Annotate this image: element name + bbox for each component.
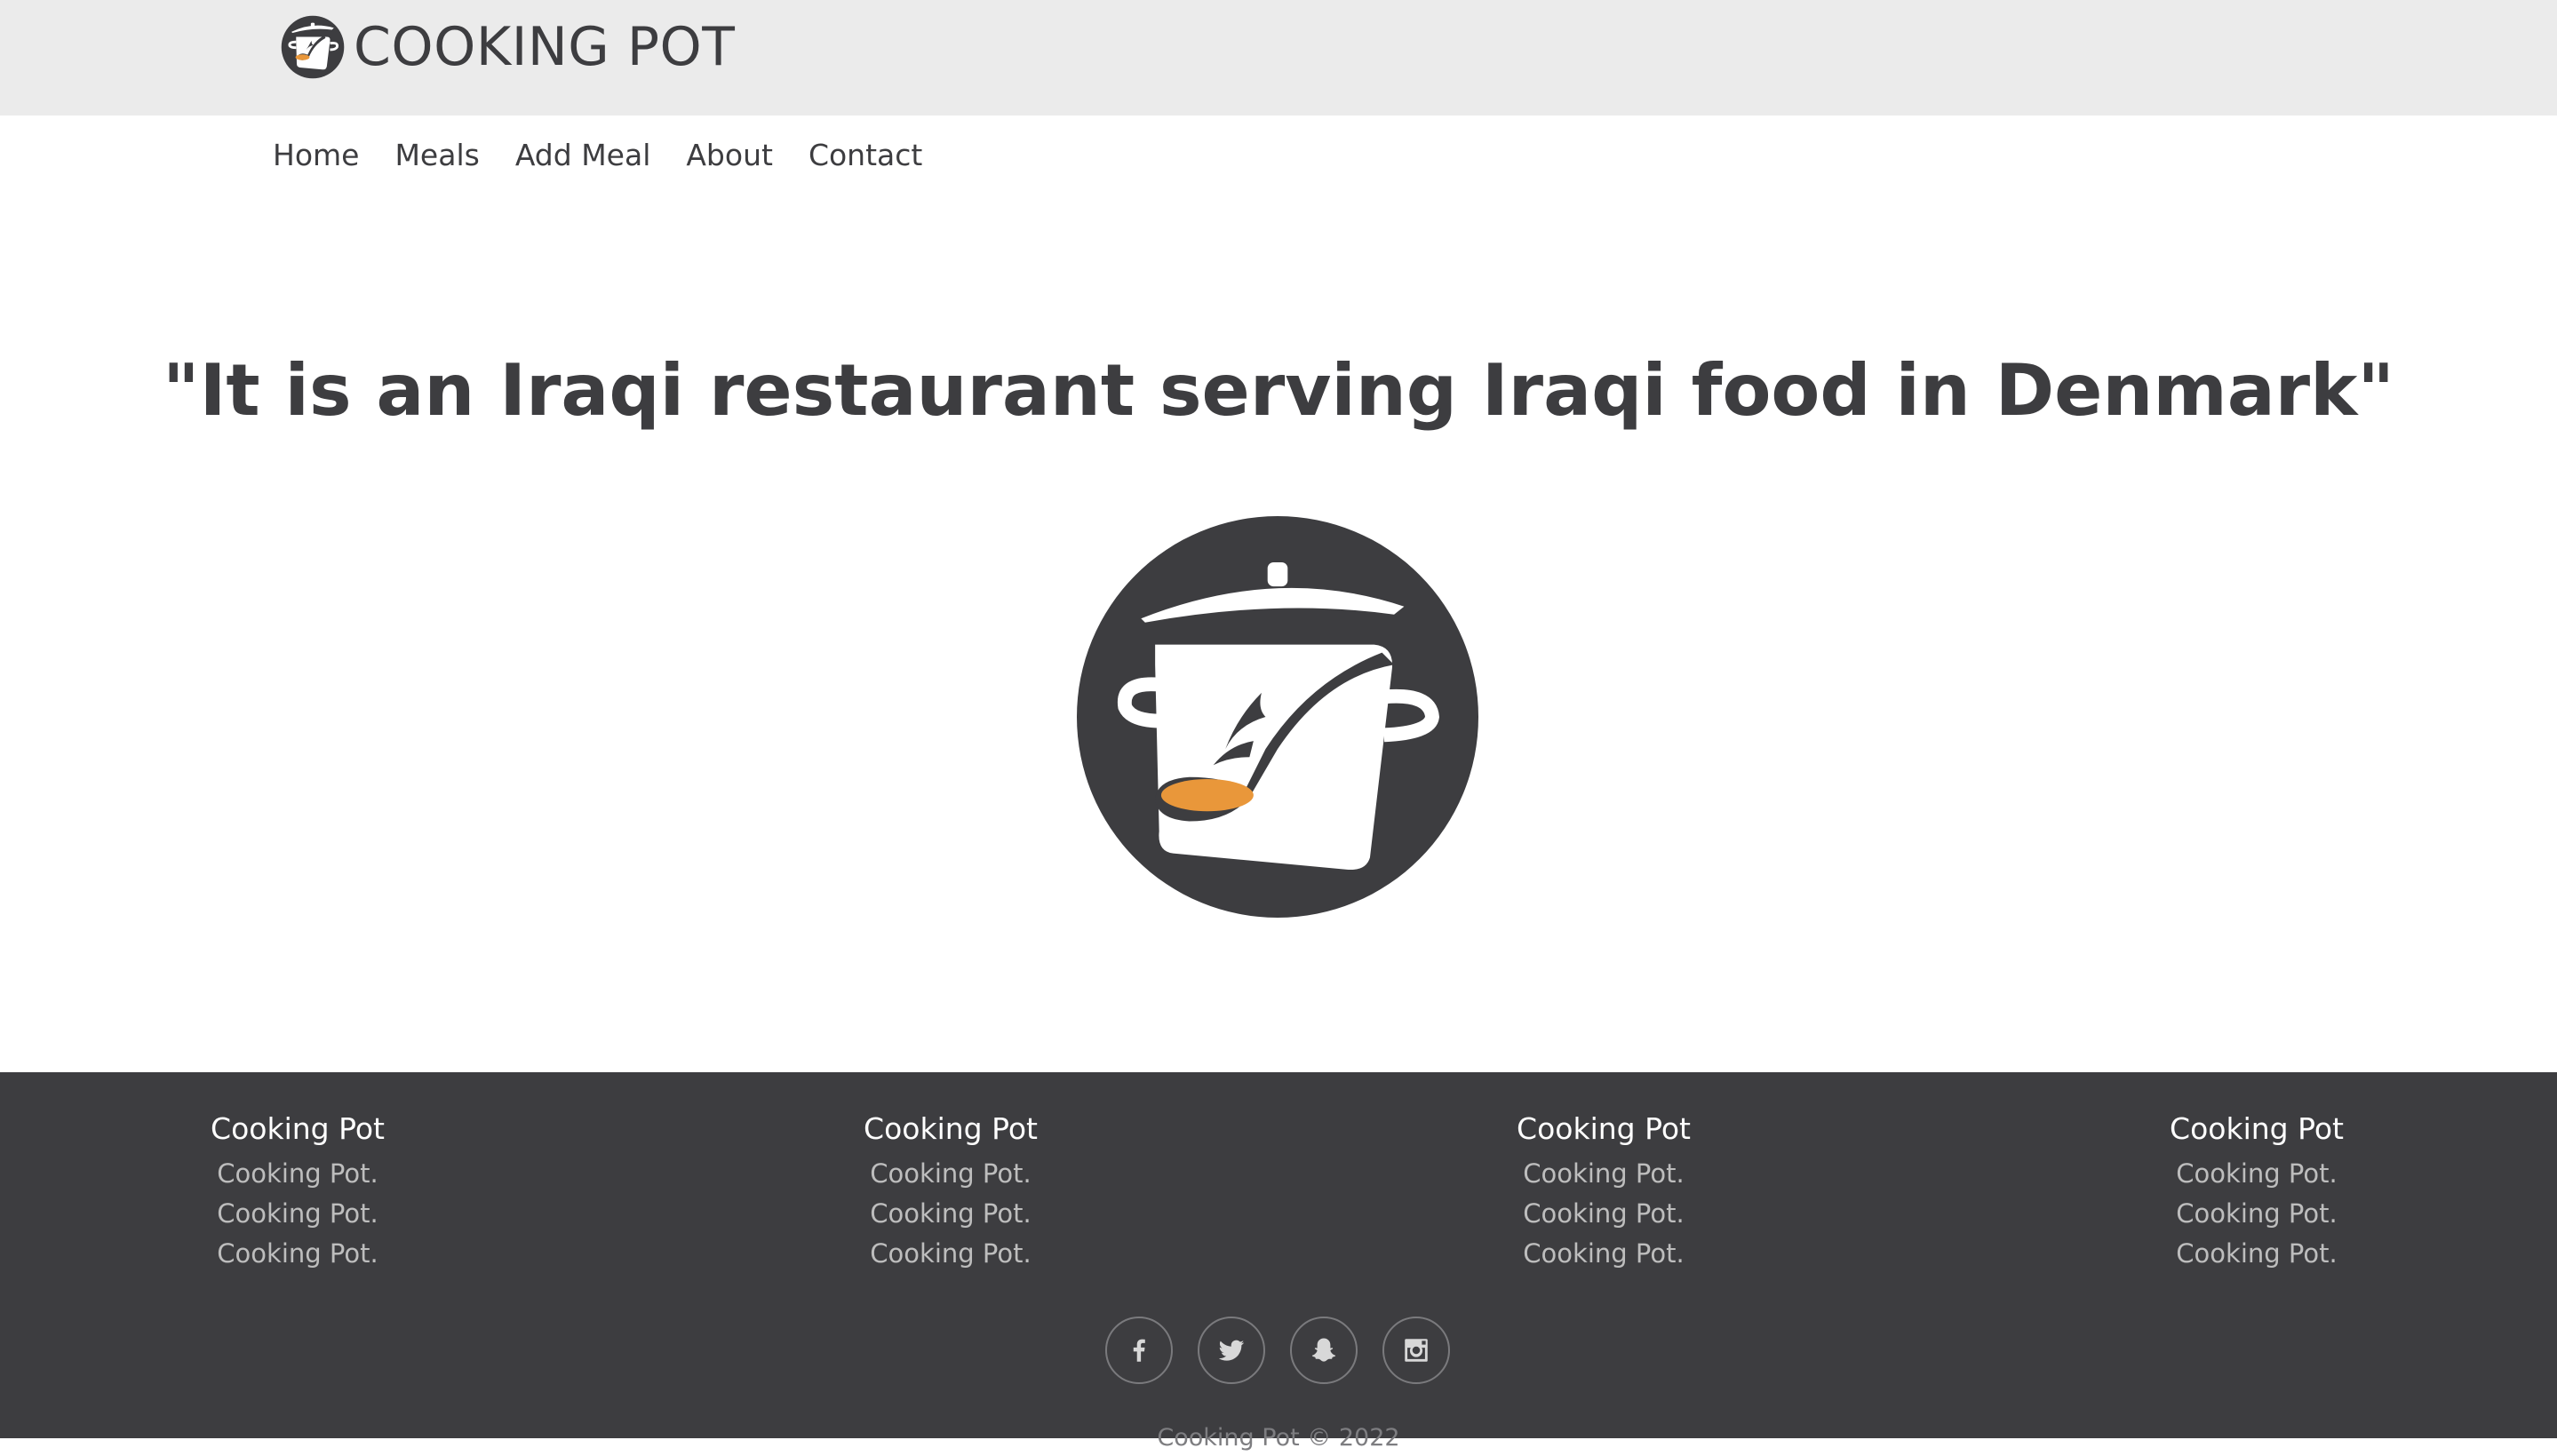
footer-link[interactable]: Cooking Pot. — [2123, 1194, 2390, 1234]
footer-link[interactable]: Cooking Pot. — [1470, 1234, 1737, 1274]
main-nav: Home Meals Add Meal About Contact — [273, 133, 958, 178]
footer-link[interactable]: Cooking Pot. — [1470, 1194, 1737, 1234]
footer-link[interactable]: Cooking Pot. — [817, 1194, 1084, 1234]
nav-add-meal-link[interactable]: Add Meal — [515, 133, 651, 178]
footer-column: Cooking Pot Cooking Pot. Cooking Pot. Co… — [817, 1104, 1084, 1274]
instagram-button[interactable] — [1382, 1317, 1450, 1384]
footer-column: Cooking Pot Cooking Pot. Cooking Pot. Co… — [164, 1104, 431, 1274]
nav-home-link[interactable]: Home — [273, 133, 359, 178]
footer-link[interactable]: Cooking Pot. — [164, 1194, 431, 1234]
footer-link[interactable]: Cooking Pot. — [817, 1154, 1084, 1194]
footer-link[interactable]: Cooking Pot. — [164, 1154, 431, 1194]
twitter-button[interactable] — [1198, 1317, 1265, 1384]
snapchat-button[interactable] — [1290, 1317, 1358, 1384]
cooking-pot-logo-icon — [281, 15, 345, 79]
facebook-button[interactable] — [1105, 1317, 1173, 1384]
instagram-icon — [1405, 1339, 1428, 1362]
brand-link[interactable]: COOKING POT — [281, 15, 735, 79]
footer-link[interactable]: Cooking Pot. — [164, 1234, 431, 1274]
footer-link[interactable]: Cooking Pot. — [1470, 1154, 1737, 1194]
footer-column-title: Cooking Pot — [1517, 1111, 1691, 1146]
footer-column-title: Cooking Pot — [2170, 1111, 2344, 1146]
cooking-pot-hero-logo-icon — [1077, 516, 1478, 918]
footer-column-title: Cooking Pot — [864, 1111, 1038, 1146]
footer-link[interactable]: Cooking Pot. — [2123, 1154, 2390, 1194]
hero-quote: "It is an Iraqi restaurant serving Iraqi… — [162, 349, 2395, 432]
nav-contact-link[interactable]: Contact — [809, 133, 922, 178]
site-footer: Cooking Pot Cooking Pot. Cooking Pot. Co… — [0, 1072, 2557, 1452]
snapchat-icon — [1311, 1338, 1336, 1362]
footer-column: Cooking Pot Cooking Pot. Cooking Pot. Co… — [2123, 1104, 2390, 1274]
facebook-icon — [1133, 1339, 1145, 1362]
brand-name: COOKING POT — [354, 16, 736, 78]
copyright-text: Cooking Pot © 2022 — [1157, 1424, 1400, 1452]
footer-link[interactable]: Cooking Pot. — [817, 1234, 1084, 1274]
footer-link[interactable]: Cooking Pot. — [2123, 1234, 2390, 1274]
nav-meals-link[interactable]: Meals — [394, 133, 479, 178]
nav-about-link[interactable]: About — [686, 133, 773, 178]
footer-column-title: Cooking Pot — [211, 1111, 385, 1146]
twitter-icon — [1218, 1340, 1245, 1361]
social-links — [1105, 1317, 1475, 1384]
header-bar: COOKING POT — [0, 0, 2557, 115]
footer-column: Cooking Pot Cooking Pot. Cooking Pot. Co… — [1470, 1104, 1737, 1274]
